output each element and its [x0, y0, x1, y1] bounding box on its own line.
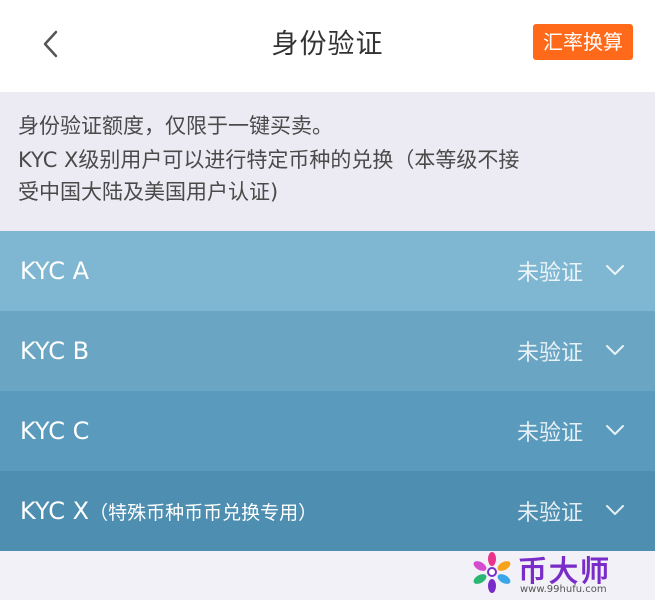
kyc-label: KYC X（特殊币种币币兑换专用） [20, 497, 318, 525]
kyc-status: 未验证 [516, 421, 583, 446]
top-bar: 身份验证 汇率换算 [0, 0, 655, 92]
kyc-row-a[interactable]: KYC A 未验证 [0, 231, 655, 311]
kyc-status: 未验证 [516, 501, 583, 526]
notice-line-2: KYC X级别用户可以进行特定币种的兑换（本等级不接 [18, 148, 520, 172]
watermark-url: www.99hufu.com [520, 584, 607, 595]
notice-panel: 身份验证额度，仅限于一键买卖。 KYC X级别用户可以进行特定币种的兑换（本等级… [0, 92, 655, 231]
kyc-row-x[interactable]: KYC X（特殊币种币币兑换专用） 未验证 [0, 471, 655, 551]
flower-logo-icon [473, 552, 511, 593]
kyc-status: 未验证 [516, 261, 583, 286]
chevron-down-icon [606, 345, 624, 355]
chevron-down-icon [606, 505, 624, 515]
kyc-label: KYC A [20, 257, 90, 285]
notice-line-3: 受中国大陆及美国用户认证) [18, 180, 279, 204]
notice-line-1: 身份验证额度，仅限于一键买卖。 [18, 114, 333, 138]
chevron-down-icon [606, 425, 624, 435]
kyc-row-c[interactable]: KYC C 未验证 [0, 391, 655, 471]
kyc-list: KYC A 未验证 KYC B 未验证 KYC C 未验证 KYC X（特殊币种… [0, 231, 655, 551]
kyc-label: KYC B [20, 337, 90, 365]
watermark-logo: 币大师 www.99hufu.com [470, 548, 650, 598]
kyc-sublabel: （特殊币种币币兑换专用） [89, 502, 318, 524]
kyc-row-b[interactable]: KYC B 未验证 [0, 311, 655, 391]
kyc-label: KYC C [20, 417, 90, 445]
chevron-down-icon [606, 265, 624, 275]
rate-conversion-button[interactable]: 汇率换算 [533, 24, 633, 60]
kyc-status: 未验证 [516, 341, 583, 366]
